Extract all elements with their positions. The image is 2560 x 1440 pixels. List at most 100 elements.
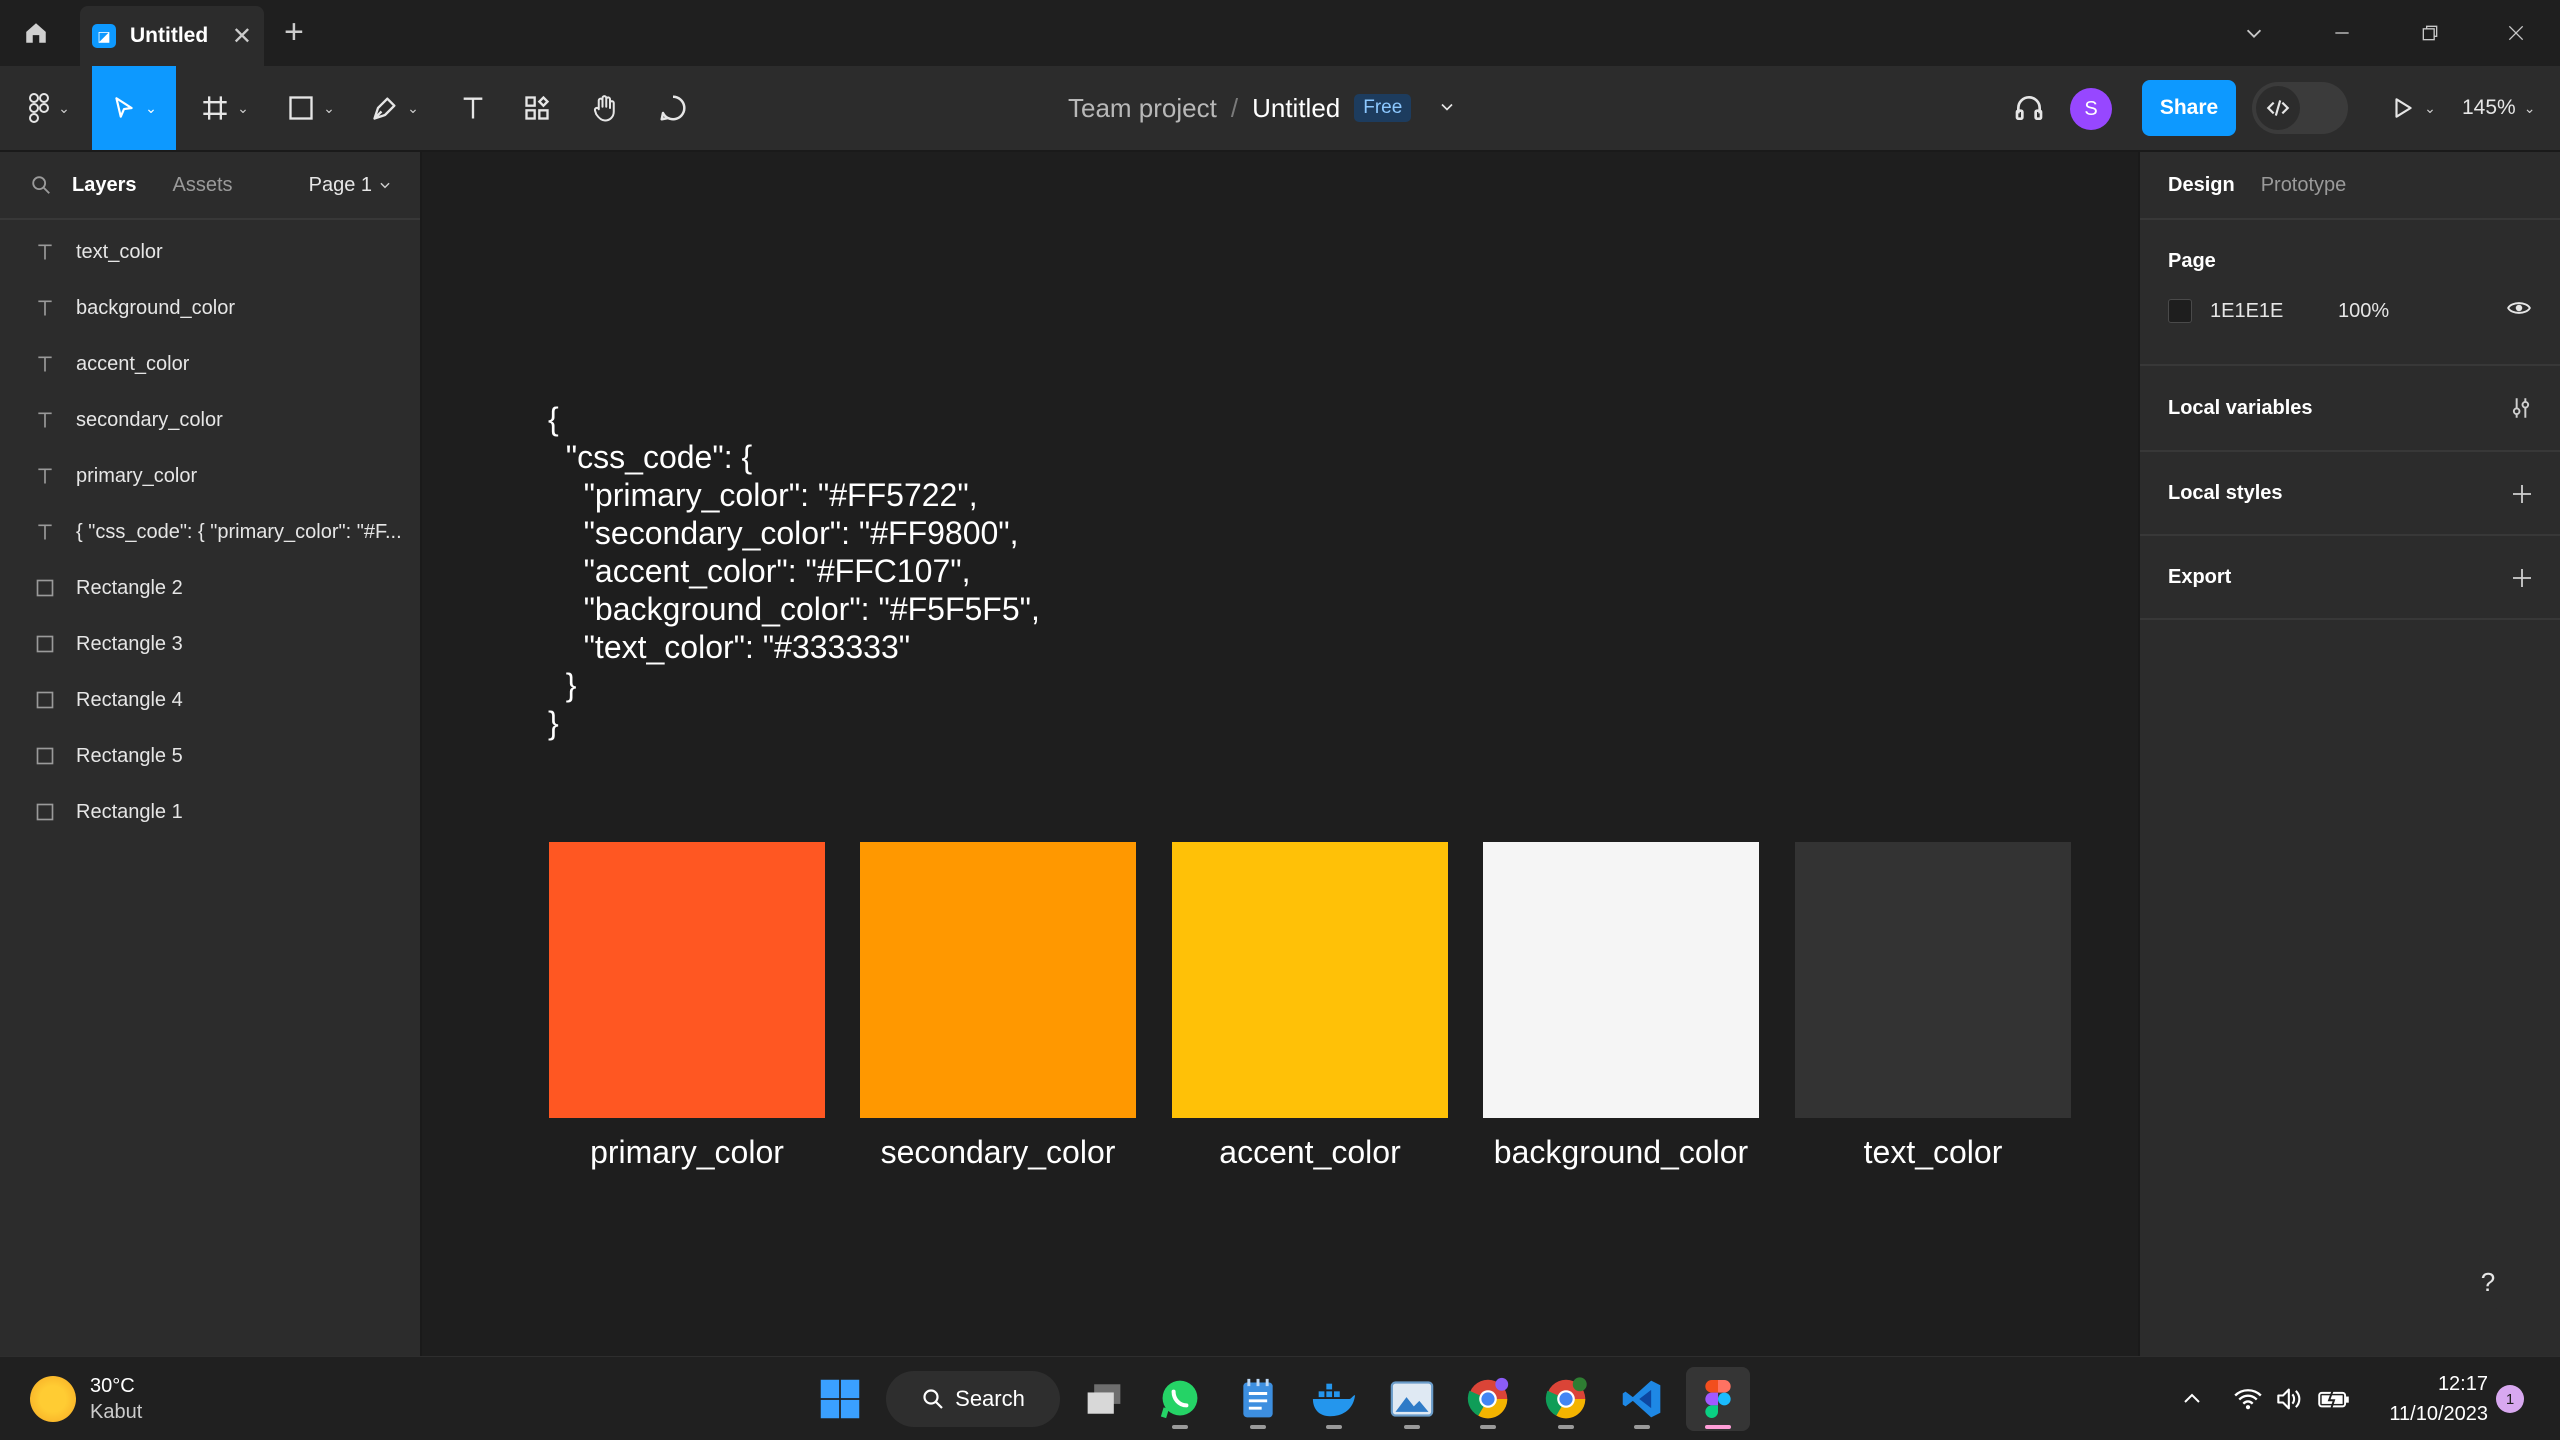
- help-button[interactable]: ?: [2460, 1254, 2516, 1310]
- plan-badge[interactable]: Free: [1354, 94, 1412, 122]
- tab-design[interactable]: Design: [2168, 174, 2235, 197]
- dev-mode-toggle[interactable]: [2252, 82, 2348, 134]
- swatch-label[interactable]: secondary_color: [860, 1134, 1136, 1171]
- new-tab-button[interactable]: +: [284, 14, 304, 50]
- avatar[interactable]: S: [2070, 88, 2112, 130]
- swatch-label[interactable]: primary_color: [549, 1134, 825, 1171]
- local-variables-heading: Local variables: [2168, 396, 2313, 419]
- tabs-dropdown-button[interactable]: [2210, 0, 2298, 66]
- minimize-button[interactable]: [2298, 0, 2386, 66]
- layer-item[interactable]: secondary_color: [0, 392, 420, 448]
- main-menu-button[interactable]: ⌄: [16, 66, 82, 150]
- swatch-label[interactable]: accent_color: [1172, 1134, 1448, 1171]
- page-selector[interactable]: Page 1: [309, 174, 392, 197]
- swatch-background[interactable]: [1483, 842, 1759, 1118]
- code-text-layer[interactable]: { "css_code": { "primary_color": "#FF572…: [548, 400, 1040, 742]
- running-indicator: [1404, 1425, 1420, 1429]
- clock-time: 12:17: [2437, 1373, 2488, 1395]
- chrome-app-2[interactable]: [1534, 1367, 1598, 1431]
- swatch-secondary[interactable]: [860, 842, 1136, 1118]
- swatch-label[interactable]: background_color: [1483, 1134, 1759, 1171]
- page-opacity[interactable]: 100%: [2338, 300, 2389, 323]
- resources-tool[interactable]: [510, 66, 564, 150]
- docker-app[interactable]: [1302, 1367, 1366, 1431]
- variables-settings-icon[interactable]: [2508, 366, 2534, 450]
- add-style-plus-icon[interactable]: [2510, 452, 2534, 536]
- page-fill-row[interactable]: 1E1E1E 100%: [2168, 283, 2532, 339]
- swatch-primary[interactable]: [549, 842, 825, 1118]
- file-menu-chevron-icon[interactable]: [1437, 93, 1457, 124]
- text-icon: [463, 97, 483, 119]
- wifi-button[interactable]: [2234, 1357, 2262, 1440]
- running-indicator: [1250, 1425, 1266, 1429]
- comment-tool[interactable]: [646, 66, 700, 150]
- text-layer-icon: [34, 354, 56, 374]
- whatsapp-app[interactable]: [1148, 1367, 1212, 1431]
- layer-item[interactable]: Rectangle 4: [0, 672, 420, 728]
- battery-button[interactable]: [2318, 1357, 2350, 1440]
- main-toolbar: ⌄ ⌄ ⌄ ⌄ ⌄ Team project / Untitled Free S…: [0, 66, 2560, 152]
- breadcrumb-separator: /: [1230, 92, 1239, 123]
- chrome-app-1[interactable]: [1456, 1367, 1520, 1431]
- move-tool[interactable]: ⌄: [92, 66, 176, 150]
- file-tab[interactable]: ◪ Untitled ✕: [80, 6, 264, 66]
- pen-tool[interactable]: ⌄: [362, 66, 428, 150]
- local-variables-section[interactable]: Local variables: [2140, 366, 2560, 452]
- weather-widget[interactable]: 30°C Kabut: [30, 1357, 142, 1440]
- text-tool[interactable]: [446, 66, 500, 150]
- close-window-button[interactable]: [2472, 0, 2560, 66]
- figma-app[interactable]: [1686, 1367, 1750, 1431]
- start-button[interactable]: [808, 1367, 872, 1431]
- notification-badge[interactable]: 1: [2496, 1385, 2524, 1413]
- file-name[interactable]: Untitled: [1252, 93, 1340, 124]
- tab-prototype[interactable]: Prototype: [2261, 174, 2347, 197]
- notepad-app[interactable]: [1226, 1367, 1290, 1431]
- text-layer-icon: [34, 466, 56, 486]
- shape-tool[interactable]: ⌄: [278, 66, 344, 150]
- layer-item[interactable]: Rectangle 2: [0, 560, 420, 616]
- wifi-icon: [2234, 1389, 2262, 1410]
- play-icon: [2395, 98, 2412, 118]
- design-canvas[interactable]: { "css_code": { "primary_color": "#FF572…: [424, 152, 2136, 1356]
- layer-item[interactable]: accent_color: [0, 336, 420, 392]
- taskbar-search[interactable]: Search: [886, 1371, 1060, 1427]
- layer-item[interactable]: primary_color: [0, 448, 420, 504]
- export-section[interactable]: Export: [2140, 536, 2560, 620]
- layer-item[interactable]: background_color: [0, 280, 420, 336]
- page-color-hex[interactable]: 1E1E1E: [2210, 300, 2338, 323]
- swatch-text[interactable]: [1795, 842, 2071, 1118]
- layer-item[interactable]: text_color: [0, 224, 420, 280]
- eye-icon[interactable]: [2506, 295, 2532, 327]
- page-color-chip[interactable]: [2168, 299, 2192, 323]
- taskbar-clock[interactable]: 12:17 11/10/2023: [2370, 1369, 2488, 1429]
- search-icon[interactable]: [30, 174, 52, 196]
- tab-assets[interactable]: Assets: [173, 174, 233, 197]
- home-button[interactable]: [0, 0, 72, 66]
- layer-item[interactable]: Rectangle 1: [0, 784, 420, 840]
- audio-button[interactable]: [2004, 66, 2054, 150]
- task-view-button[interactable]: [1072, 1367, 1136, 1431]
- pen-icon: [373, 97, 396, 120]
- volume-button[interactable]: [2276, 1357, 2304, 1440]
- tray-overflow-button[interactable]: [2180, 1357, 2204, 1440]
- zoom-control[interactable]: 145% ⌄: [2462, 66, 2535, 150]
- present-button[interactable]: ⌄: [2380, 66, 2446, 150]
- add-export-plus-icon[interactable]: [2510, 536, 2534, 620]
- layer-item[interactable]: Rectangle 3: [0, 616, 420, 672]
- tab-close-icon[interactable]: ✕: [232, 22, 252, 51]
- tab-layers[interactable]: Layers: [72, 174, 137, 197]
- breadcrumb-team[interactable]: Team project: [1068, 93, 1217, 124]
- restore-button[interactable]: [2386, 0, 2474, 66]
- volume-icon: [2277, 1388, 2301, 1410]
- layer-item[interactable]: { "css_code": { "primary_color": "#F...: [0, 504, 420, 560]
- share-button[interactable]: Share: [2142, 80, 2236, 136]
- frame-tool[interactable]: ⌄: [192, 66, 258, 150]
- swatch-label[interactable]: text_color: [1795, 1134, 2071, 1171]
- layer-item[interactable]: Rectangle 5: [0, 728, 420, 784]
- local-styles-section[interactable]: Local styles: [2140, 452, 2560, 536]
- photos-app[interactable]: [1380, 1367, 1444, 1431]
- chevron-down-icon: ⌄: [58, 99, 70, 116]
- hand-tool[interactable]: [578, 66, 632, 150]
- swatch-accent[interactable]: [1172, 842, 1448, 1118]
- vscode-app[interactable]: [1610, 1367, 1674, 1431]
